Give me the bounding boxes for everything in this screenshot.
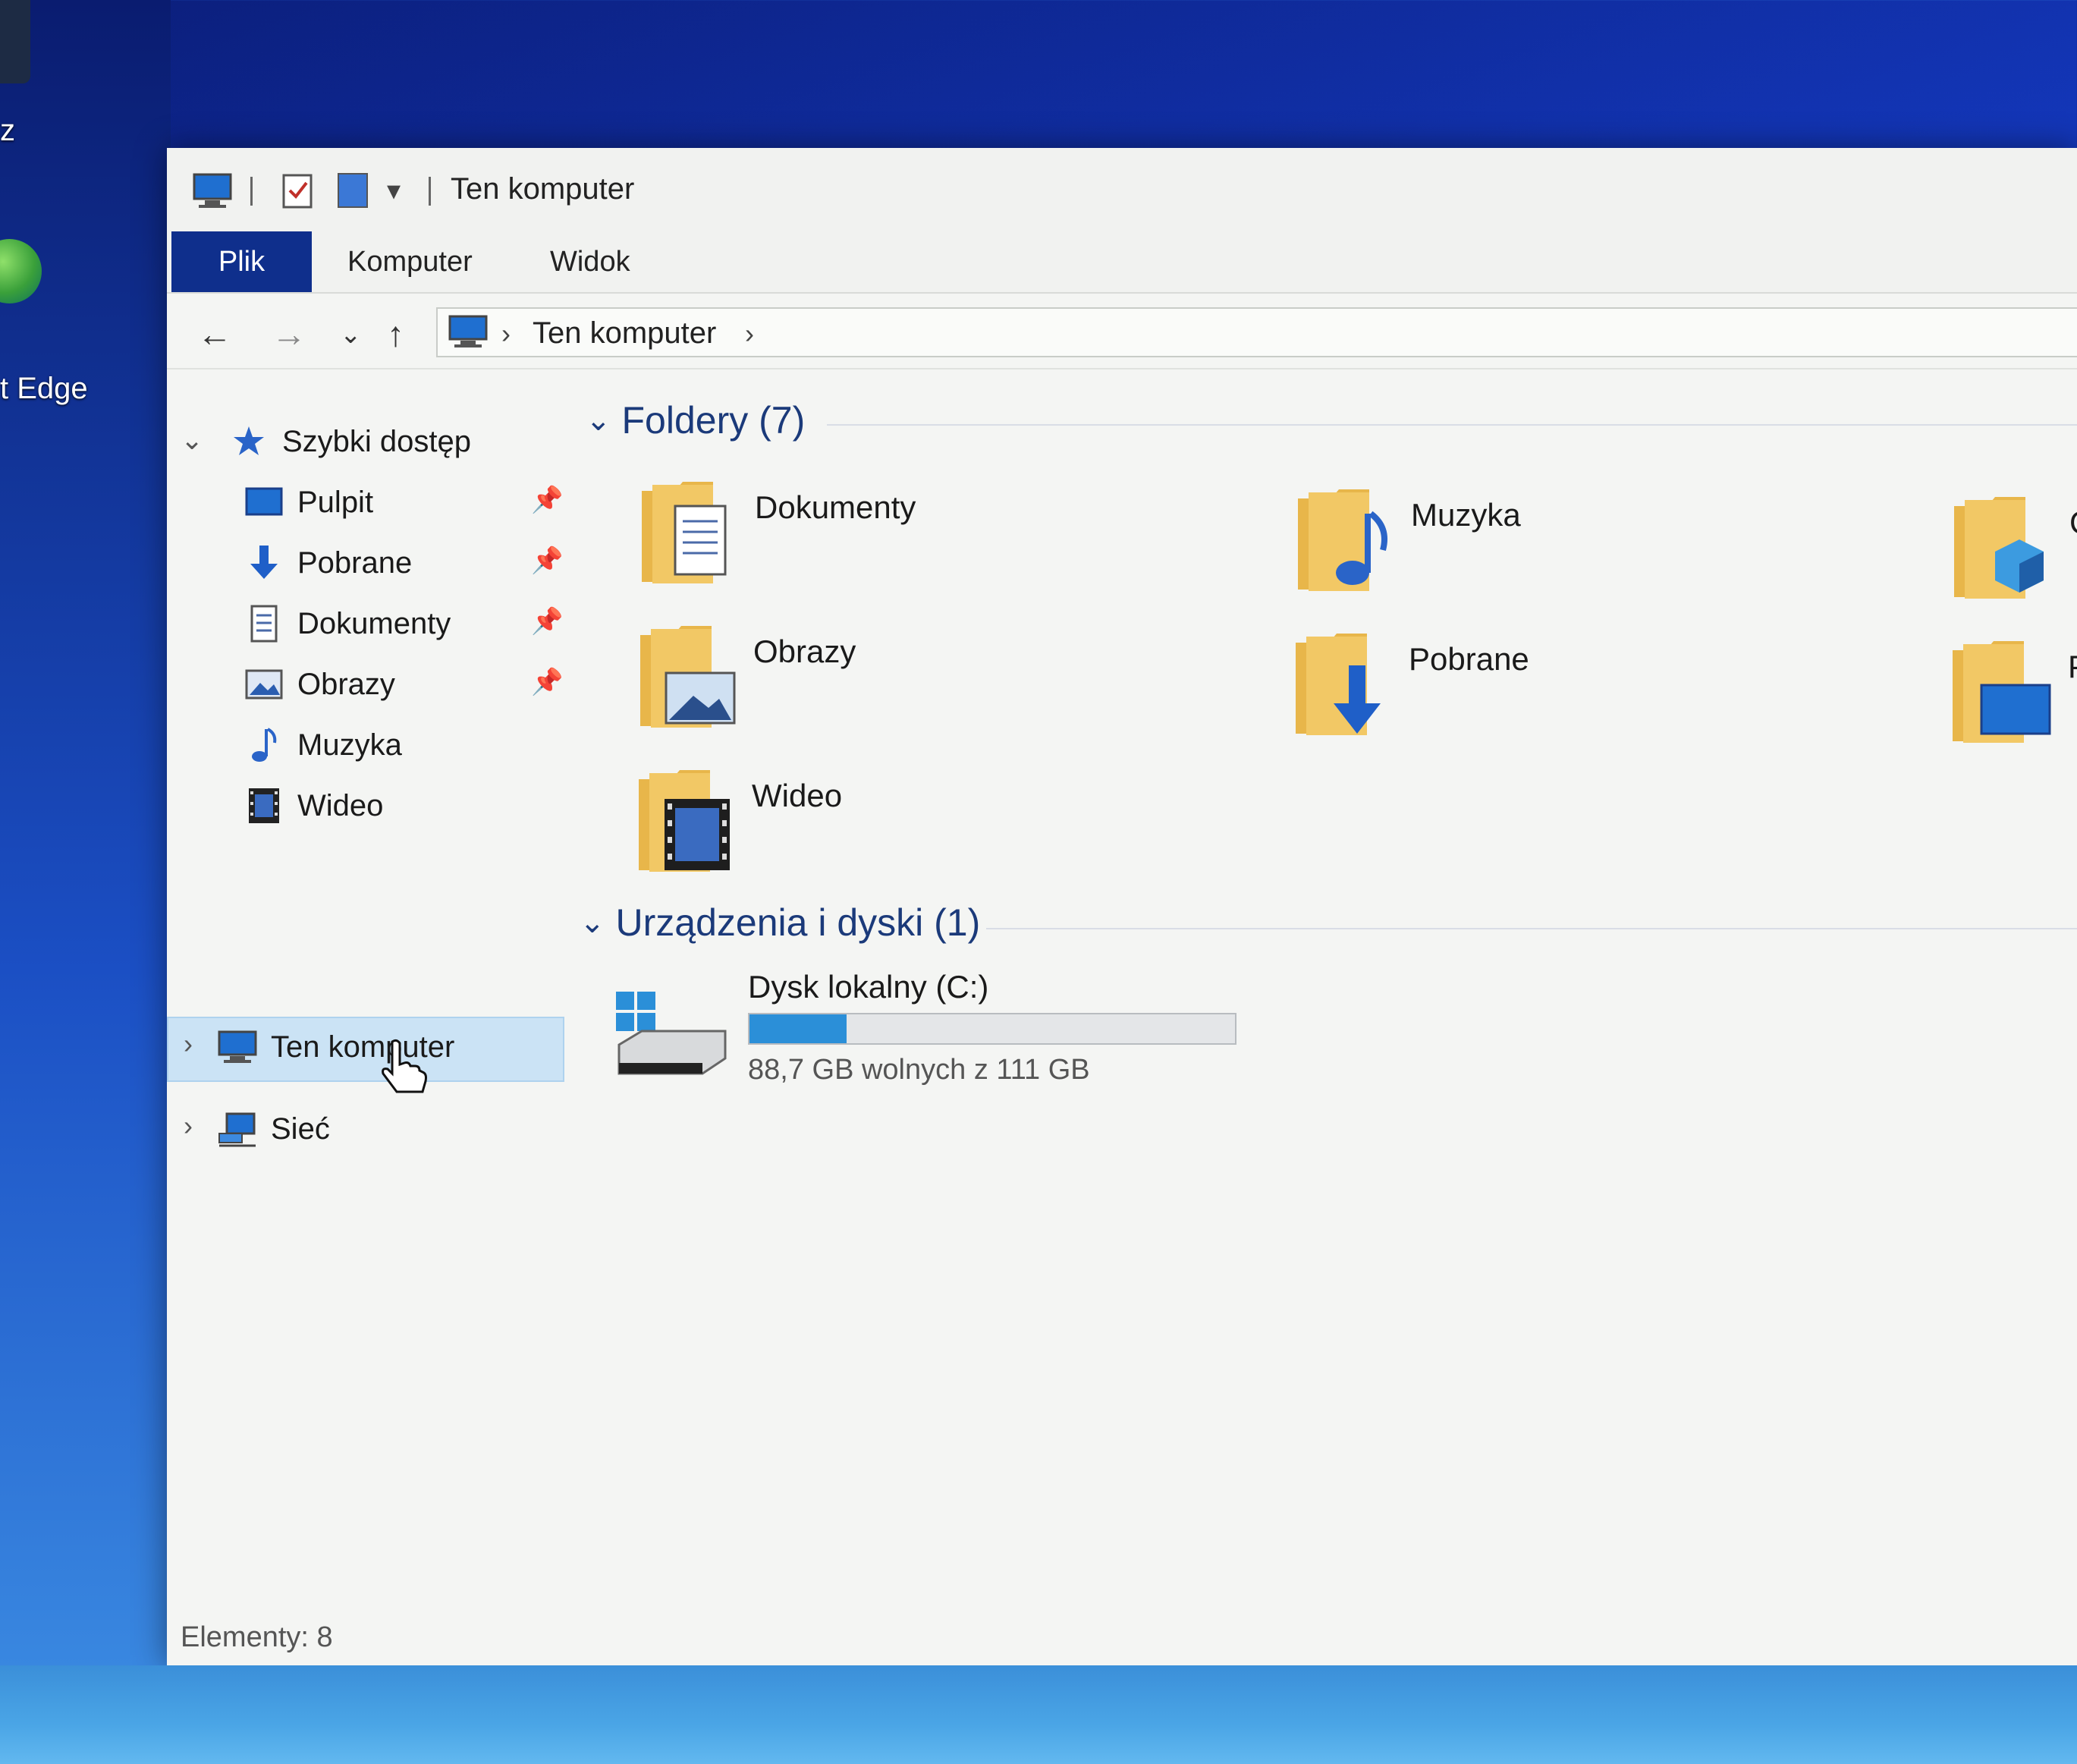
sidebar-item-label: Sieć: [271, 1112, 330, 1146]
qa-separator: [429, 177, 431, 206]
folder-label: Wideo: [752, 778, 843, 813]
address-bar[interactable]: › Ten komputer ›: [436, 307, 2077, 357]
folder-tile-muzyka[interactable]: Muzyka: [1293, 483, 1870, 620]
status-bar: Elementy: 8: [167, 1612, 2077, 1665]
desktop-background-bottom: [0, 1665, 2077, 1764]
drive-usage-bar: [748, 1013, 1236, 1045]
folder-tile-pobrane[interactable]: Pobrane: [1291, 627, 1868, 764]
folder-label: Dokumenty: [755, 489, 916, 525]
folders-group-header[interactable]: ⌄ Foldery (7): [586, 398, 805, 442]
new-folder-icon[interactable]: [335, 169, 370, 212]
tab-widok[interactable]: Widok: [550, 231, 630, 292]
pin-icon[interactable]: 📌: [531, 546, 563, 576]
computer-icon: [447, 313, 489, 354]
up-button[interactable]: ↑: [387, 313, 404, 354]
desktop-label: z: [0, 114, 15, 147]
sidebar-item-obrazy[interactable]: Obrazy: [243, 658, 395, 711]
hand-cursor-icon: [375, 1037, 429, 1102]
file-explorer-window: ▾ Ten komputer Plik Komputer Widok ← → ⌄…: [167, 148, 2077, 1665]
title-bar: ▾ Ten komputer: [167, 148, 2077, 231]
desktop-folder-icon: [1953, 641, 2051, 743]
sidebar-item-pulpit[interactable]: Pulpit: [243, 476, 373, 529]
properties-icon[interactable]: [281, 169, 316, 212]
navigation-pane: ⌄ Szybki dostęp Pulpit 📌 Pobrane 📌 Dokum…: [167, 369, 577, 1614]
pictures-folder-icon: [640, 626, 736, 728]
folder-tile-3d-objects[interactable]: C: [1950, 491, 2077, 627]
drive-tile-c[interactable]: Dysk lokalny (C:) 88,7 GB wolnych z 111 …: [611, 969, 1370, 1105]
breadcrumb-ten-komputer[interactable]: Ten komputer: [533, 316, 716, 351]
recent-locations-button[interactable]: ⌄: [340, 319, 362, 350]
sidebar-item-label: Pobrane: [297, 546, 413, 580]
folder-tile-wideo[interactable]: Wideo: [634, 764, 1211, 901]
drive-name: Dysk lokalny (C:): [748, 969, 989, 1005]
group-title: Foldery (7): [621, 399, 806, 442]
sidebar-item-label: Wideo: [297, 788, 384, 822]
content-pane: ⌄ Foldery (7) Dokumenty Muzyka C Obrazy …: [577, 369, 2077, 1614]
sidebar-item-quick-access[interactable]: Szybki dostęp: [228, 415, 471, 468]
sidebar-item-dokumenty[interactable]: Dokumenty: [243, 597, 451, 650]
group-divider: [986, 928, 2077, 929]
chevron-right-icon[interactable]: ›: [184, 1110, 193, 1142]
item-count: Elementy: 8: [181, 1621, 333, 1653]
devices-group-header[interactable]: ⌄ Urządzenia i dyski (1): [580, 901, 980, 945]
ribbon-tabs: Plik Komputer Widok: [167, 231, 2077, 294]
tab-plik[interactable]: Plik: [171, 231, 312, 292]
folder-label: C: [2069, 505, 2077, 541]
document-icon: [243, 602, 285, 645]
group-divider: [827, 424, 2077, 426]
star-icon: [228, 420, 270, 463]
sidebar-item-siec[interactable]: Sieć: [216, 1102, 330, 1156]
3d-objects-folder-icon: [1954, 497, 2044, 599]
video-film-icon: [243, 785, 285, 827]
folder-label: Pobrane: [1409, 641, 1529, 677]
pin-icon[interactable]: 📌: [531, 485, 563, 515]
breadcrumb-separator[interactable]: ›: [501, 318, 511, 350]
group-title: Urządzenia i dyski (1): [615, 901, 981, 944]
documents-folder-icon: [642, 482, 727, 583]
pin-icon[interactable]: 📌: [531, 667, 563, 697]
back-button[interactable]: ←: [197, 313, 232, 354]
folder-label: P: [2068, 649, 2077, 685]
sidebar-item-muzyka[interactable]: Muzyka: [243, 718, 402, 772]
pictures-icon: [243, 663, 285, 706]
sidebar-item-label: Pulpit: [297, 485, 374, 519]
chevron-down-icon[interactable]: ⌄: [181, 424, 203, 456]
chevron-down-icon[interactable]: ⌄: [586, 403, 611, 438]
computer-icon: [216, 1026, 259, 1068]
chevron-right-icon[interactable]: ›: [184, 1028, 193, 1060]
navigation-bar: ← → ⌄ ↑ › Ten komputer ›: [167, 294, 2077, 369]
folder-label: Obrazy: [753, 634, 856, 669]
desktop-shortcut-icon[interactable]: [0, 0, 30, 83]
sidebar-item-label: Dokumenty: [297, 606, 451, 640]
sidebar-item-label: Muzyka: [297, 728, 402, 762]
sidebar-item-label: Obrazy: [297, 667, 395, 701]
forward-button[interactable]: →: [272, 313, 306, 354]
sidebar-item-label: Szybki dostęp: [282, 424, 472, 458]
folder-tile-dokumenty[interactable]: Dokumenty: [637, 476, 1214, 612]
window-title: Ten komputer: [451, 172, 635, 206]
hard-drive-icon: [616, 992, 727, 1075]
music-folder-icon: [1298, 489, 1387, 591]
computer-icon: [191, 169, 234, 212]
tab-komputer[interactable]: Komputer: [347, 231, 473, 292]
network-icon: [216, 1108, 259, 1150]
folder-tile-desktop[interactable]: P: [1948, 635, 2077, 772]
qa-separator: [250, 177, 253, 206]
sidebar-item-pobrane[interactable]: Pobrane: [243, 536, 412, 590]
desktop-icon: [243, 481, 285, 524]
downloads-folder-icon: [1296, 634, 1381, 735]
download-arrow-icon: [243, 542, 285, 584]
breadcrumb-separator[interactable]: ›: [745, 318, 754, 350]
chevron-down-icon[interactable]: ⌄: [580, 905, 605, 940]
music-note-icon: [243, 724, 285, 766]
drive-usage-fill: [749, 1014, 847, 1043]
pin-icon[interactable]: 📌: [531, 606, 563, 637]
customize-qa-icon[interactable]: ▾: [387, 169, 401, 212]
edge-label[interactable]: t Edge: [0, 372, 88, 406]
videos-folder-icon: [639, 770, 730, 872]
sidebar-item-wideo[interactable]: Wideo: [243, 779, 383, 832]
folder-tile-obrazy[interactable]: Obrazy: [636, 620, 1212, 756]
drive-free-space: 88,7 GB wolnych z 111 GB: [748, 1054, 1090, 1086]
folder-label: Muzyka: [1411, 497, 1521, 533]
